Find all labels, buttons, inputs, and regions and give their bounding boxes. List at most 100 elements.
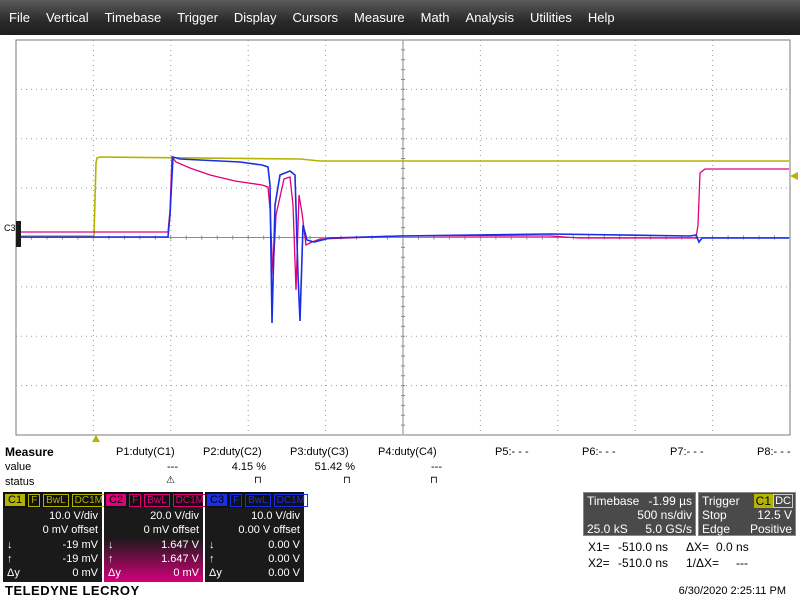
menu-analysis[interactable]: Analysis — [457, 10, 514, 25]
cursor-x2-value: -510.0 ns — [618, 556, 669, 570]
channel-flag: F — [230, 493, 243, 507]
menu-utilities[interactable]: Utilities — [521, 10, 572, 25]
channel-flag: DC1M — [172, 493, 207, 507]
channel-dy: 0.00 V — [268, 567, 300, 579]
channel-up-label: ↑ — [209, 553, 215, 565]
trigger-type: Edge — [702, 522, 731, 536]
channel-vdiv: 10.0 V/div — [251, 510, 300, 522]
trigger-level: 12.5 V — [757, 508, 792, 522]
channel-header: C3 F BwL DC1M — [205, 492, 308, 508]
timebase-delay: -1.99 µs — [648, 494, 692, 508]
cursor-inv-value: --- — [736, 556, 748, 570]
channel-down-label: ↓ — [7, 539, 13, 551]
measure-param-5[interactable]: P5:- - - — [495, 446, 529, 458]
channel-dy: 0 mV — [173, 567, 199, 579]
channel-flag: DC1M — [273, 493, 308, 507]
cursor-dx-label: ΔX= — [686, 540, 710, 554]
timebase-tdiv: 500 ns/div — [637, 508, 692, 522]
measure-table[interactable]: Measure value status P1:duty(C1) --- ⚠ P2:duty… — [0, 445, 800, 491]
trigger-label: Trigger — [702, 494, 740, 508]
measure-value-2: 4.15 % — [231, 461, 266, 473]
channel-up-label: ↑ — [108, 553, 114, 565]
offset-marker — [16, 221, 21, 247]
measure-row-value-label: value — [5, 461, 32, 473]
datetime: 6/30/2020 2:25:11 PM — [678, 585, 786, 597]
channel-up: -19 mV — [62, 553, 98, 565]
measure-value-3: 51.42 % — [314, 461, 355, 473]
warning-icon: ⚠ — [166, 475, 175, 486]
channel-up: 1.647 V — [161, 553, 199, 565]
menu-display[interactable]: Display — [225, 10, 277, 25]
channel-body: 20.0 V/div 0 mV offset 1.647 V ↓ 1.647 V ↑ 0 m… — [104, 508, 203, 582]
menu-file[interactable]: File — [0, 10, 30, 25]
menu-math[interactable]: Math — [412, 10, 450, 25]
pulse-icon: ⊓ — [430, 475, 438, 486]
channel-name: C1 — [5, 494, 26, 506]
brand-logo: TELEDYNE LECROY — [5, 583, 140, 598]
channel-flag: BwL — [43, 493, 69, 507]
channel-name: C2 — [106, 494, 127, 506]
measure-title: Measure — [5, 445, 54, 459]
channel-vdiv: 20.0 V/div — [150, 510, 199, 522]
channel-flag: BwL — [245, 493, 271, 507]
channel-down-label: ↓ — [209, 539, 215, 551]
c3-marker-label: C3 — [4, 223, 16, 233]
channel-flag: F — [129, 493, 142, 507]
menu-vertical[interactable]: Vertical — [37, 10, 89, 25]
menu-measure[interactable]: Measure — [345, 10, 405, 25]
timebase-rate: 5.0 GS/s — [645, 522, 692, 536]
measure-param-1[interactable]: P1:duty(C1) — [116, 446, 175, 458]
channel-body: 10.0 V/div 0.00 V offset 0.00 V ↓ 0.00 V ↑ 0.0… — [205, 508, 304, 582]
channel-name: C3 — [207, 494, 228, 506]
channel-up-label: ↑ — [7, 553, 13, 565]
timebase-label: Timebase — [587, 494, 640, 508]
menu-cursors[interactable]: Cursors — [284, 10, 339, 25]
channel-dy-label: Δy — [209, 567, 222, 579]
channel-flag: DC1M — [71, 493, 106, 507]
channel-down: 1.647 V — [161, 539, 199, 551]
pulse-icon: ⊓ — [343, 475, 351, 486]
pulse-icon: ⊓ — [254, 475, 262, 486]
menu-help[interactable]: Help — [579, 10, 615, 25]
waveform-display: C3 — [4, 39, 798, 442]
trigger-position-marker — [92, 435, 100, 442]
measure-row-status-label: status — [5, 476, 35, 488]
cursor-inv-label: 1/ΔX= — [686, 556, 720, 570]
measure-param-7[interactable]: P7:- - - — [670, 446, 704, 458]
channel-box-c1[interactable]: C1 F BwL DC1M 10.0 V/div 0 mV offset -19 mV ↓ -1… — [3, 492, 106, 582]
channel-header: C2 F BwL DC1M — [104, 492, 207, 508]
channel-dy: 0 mV — [72, 567, 98, 579]
measure-param-6[interactable]: P6:- - - — [582, 446, 616, 458]
channel-offset: 0 mV offset — [42, 524, 98, 536]
trigger-panel[interactable]: Trigger C1 DC Stop 12.5 V Edge Positive — [698, 492, 796, 536]
menu-timebase[interactable]: Timebase — [96, 10, 162, 25]
measure-value-4: --- — [431, 461, 442, 473]
measure-param-2[interactable]: P2:duty(C2) — [203, 446, 262, 458]
channel-offset: 0 mV offset — [143, 524, 199, 536]
channel-box-c2[interactable]: C2 F BwL DC1M 20.0 V/div 0 mV offset 1.647 V ↓ 1… — [104, 492, 207, 582]
timebase-panel[interactable]: Timebase -1.99 µs 500 ns/div 25.0 kS 5.0… — [583, 492, 696, 536]
channel-offset: 0.00 V offset — [238, 524, 300, 536]
channel-box-c3[interactable]: C3 F BwL DC1M 10.0 V/div 0.00 V offset 0.00 V ↓… — [205, 492, 308, 582]
waveform-grid[interactable]: C3 — [0, 35, 800, 445]
cursor-x2-label: X2= — [588, 556, 610, 570]
channel-flag: F — [28, 493, 41, 507]
timebase-samples: 25.0 kS — [587, 522, 628, 536]
channel-down: 0.00 V — [268, 539, 300, 551]
measure-param-3[interactable]: P3:duty(C3) — [290, 446, 349, 458]
channel-down: -19 mV — [62, 539, 98, 551]
measure-param-8[interactable]: P8:- - - — [757, 446, 791, 458]
channel-vdiv: 10.0 V/div — [49, 510, 98, 522]
channel-up: 0.00 V — [268, 553, 300, 565]
menu-bar: File Vertical Timebase Trigger Display Cursor… — [0, 0, 800, 35]
menu-trigger[interactable]: Trigger — [168, 10, 218, 25]
channel-down-label: ↓ — [108, 539, 114, 551]
channel-flag: BwL — [144, 493, 170, 507]
measure-value-1: --- — [167, 461, 178, 473]
cursor-x1-value: -510.0 ns — [618, 540, 669, 554]
trigger-coupling: DC — [773, 494, 793, 508]
measure-param-4[interactable]: P4:duty(C4) — [378, 446, 437, 458]
channel-dy-label: Δy — [7, 567, 20, 579]
channel-dy-label: Δy — [108, 567, 121, 579]
cursor-x1-label: X1= — [588, 540, 610, 554]
